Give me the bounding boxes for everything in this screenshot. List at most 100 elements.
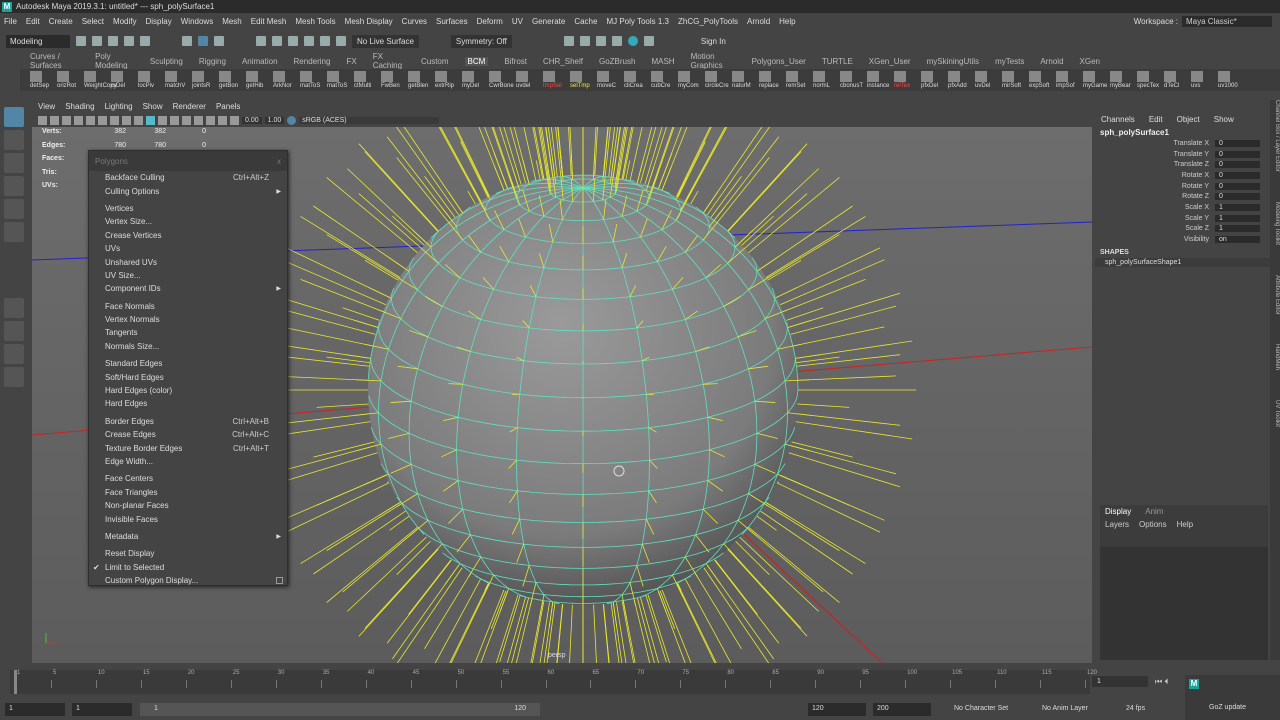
menu-mesh[interactable]: Mesh: [222, 17, 242, 26]
menu-item-vertices[interactable]: Vertices: [89, 202, 287, 215]
shelf-button-icon[interactable]: [489, 71, 501, 82]
shelf-button-icon[interactable]: [975, 71, 987, 82]
menu-item-soft-hard-edges[interactable]: Soft/Hard Edges: [89, 370, 287, 383]
help-menu[interactable]: Help: [1177, 520, 1193, 529]
menu-item-reset-display[interactable]: Reset Display: [89, 547, 287, 560]
shelf-button-icon[interactable]: [57, 71, 69, 82]
wireframe-icon[interactable]: [134, 115, 143, 125]
sign-in-button[interactable]: Sign In: [695, 34, 731, 48]
shelf-button-icon[interactable]: [1056, 71, 1068, 82]
shelf-button-icon[interactable]: [516, 71, 528, 82]
shelf-tab-poly-modeling[interactable]: Poly Modeling: [95, 52, 134, 70]
select-tool-icon[interactable]: [4, 107, 24, 127]
shelf-button-icon[interactable]: [300, 71, 312, 82]
shelf-tab-sculpting[interactable]: Sculpting: [150, 57, 183, 66]
menu-mj-poly-tools-1-3[interactable]: MJ Poly Tools 1.3: [606, 17, 669, 26]
channel-row[interactable]: Rotate X 0: [1095, 170, 1270, 181]
rotate-tool-icon[interactable]: [4, 199, 24, 219]
panel-menu-panels[interactable]: Panels: [216, 102, 240, 111]
playback-controls[interactable]: ⏮ ⏴: [1155, 677, 1168, 687]
shelf-button-icon[interactable]: [1137, 71, 1149, 82]
workspace-dropdown[interactable]: Maya Classic*: [1182, 15, 1272, 27]
shelf-button-icon[interactable]: [84, 71, 96, 82]
shelf-button-icon[interactable]: [759, 71, 771, 82]
render-icon[interactable]: [579, 36, 590, 46]
shelf-button-icon[interactable]: [705, 71, 717, 82]
shelf-button-icon[interactable]: [1218, 71, 1230, 82]
shelf-button-icon[interactable]: [597, 71, 609, 82]
panel-menu-shading[interactable]: Shading: [65, 102, 94, 111]
menu-item-vertex-size[interactable]: Vertex Size...: [89, 215, 287, 228]
menu-item-face-triangles[interactable]: Face Triangles: [89, 486, 287, 499]
symmetry-dropdown[interactable]: Symmetry: Off: [450, 34, 512, 48]
undo-icon[interactable]: [124, 36, 134, 46]
menu-item-backface-culling[interactable]: Backface Culling Ctrl+Alt+Z: [89, 171, 287, 184]
move-tool-icon[interactable]: [4, 176, 24, 196]
shelf-button-icon[interactable]: [1191, 71, 1203, 82]
shelf-button-icon[interactable]: [435, 71, 447, 82]
shelf-tab-myskiningutils[interactable]: mySkiningUtils: [927, 57, 979, 66]
shelf-button-icon[interactable]: [462, 71, 474, 82]
shelf-tab-arnold[interactable]: Arnold: [1040, 57, 1063, 66]
channel-value[interactable]: 0: [1215, 139, 1260, 147]
shelf-button-icon[interactable]: [354, 71, 366, 82]
menu-item-culling-options[interactable]: Culling Options ▶: [89, 184, 287, 197]
shelf-tab-bifrost[interactable]: Bifrost: [504, 57, 527, 66]
xray-icon[interactable]: [230, 115, 239, 125]
arnold-render-icon[interactable]: [643, 36, 654, 46]
select-component-icon[interactable]: [214, 36, 224, 46]
shelf-button-icon[interactable]: [840, 71, 852, 82]
side-tab[interactable]: UV Toolkit: [1270, 400, 1280, 427]
two-view-layout-icon[interactable]: [4, 344, 24, 364]
menu-arnold[interactable]: Arnold: [747, 17, 770, 26]
shape-name[interactable]: sph_polySurfaceShape1: [1095, 257, 1270, 267]
snap-point-icon[interactable]: [288, 36, 298, 46]
wireframe-on-shaded-icon[interactable]: [158, 115, 167, 125]
anim-layer-dropdown[interactable]: No Anim Layer: [1038, 703, 1118, 716]
menu-item-uv-size[interactable]: UV Size...: [89, 269, 287, 282]
menu-item-crease-vertices[interactable]: Crease Vertices: [89, 229, 287, 242]
snap-view-icon[interactable]: [304, 36, 314, 46]
shelf-tab-rigging[interactable]: Rigging: [199, 57, 226, 66]
mode-select[interactable]: Modeling: [6, 34, 70, 48]
menu-item-face-centers[interactable]: Face Centers: [89, 472, 287, 485]
menu-cache[interactable]: Cache: [574, 17, 597, 26]
menu-item-non-planar-faces[interactable]: Non-planar Faces: [89, 499, 287, 512]
object-name[interactable]: sph_polySurface1: [1095, 127, 1270, 138]
gamma-field[interactable]: 1.00: [264, 116, 285, 124]
channel-box-menu-show[interactable]: Show: [1214, 115, 1234, 124]
options-menu[interactable]: Options: [1139, 520, 1167, 529]
menu-item-crease-edges[interactable]: Crease Edges Ctrl+Alt+C: [89, 428, 287, 441]
exposure-field[interactable]: 0.00: [242, 116, 262, 124]
outliner-layout-icon[interactable]: [4, 367, 24, 387]
menu-surfaces[interactable]: Surfaces: [436, 17, 468, 26]
shelf-button-icon[interactable]: [1083, 71, 1095, 82]
shelf-tab-bcm[interactable]: BCM: [464, 56, 489, 66]
menu-item-normals-size[interactable]: Normals Size...: [89, 340, 287, 353]
shelf-button-icon[interactable]: [327, 71, 339, 82]
channel-value[interactable]: 0: [1215, 182, 1260, 190]
channel-value[interactable]: on: [1215, 236, 1260, 244]
shadows-icon[interactable]: [194, 115, 203, 125]
panel-menu-view[interactable]: View: [38, 102, 55, 111]
four-view-layout-icon[interactable]: [4, 321, 24, 341]
shelf-button-icon[interactable]: [948, 71, 960, 82]
shelf-tab-fx-caching[interactable]: FX Caching: [373, 52, 405, 70]
menu-mesh-display[interactable]: Mesh Display: [345, 17, 393, 26]
menu-item-hard-edges-color[interactable]: Hard Edges (color): [89, 384, 287, 397]
grid-icon[interactable]: [86, 115, 95, 125]
shelf-button-icon[interactable]: [651, 71, 663, 82]
end-time-field[interactable]: 120: [808, 703, 866, 716]
channel-box-menu-object[interactable]: Object: [1177, 115, 1200, 124]
channel-row[interactable]: Scale X 1: [1095, 202, 1270, 213]
menu-edit-mesh[interactable]: Edit Mesh: [251, 17, 287, 26]
menu-item-edge-width[interactable]: Edge Width...: [89, 455, 287, 468]
menu-generate[interactable]: Generate: [532, 17, 565, 26]
menu-modify[interactable]: Modify: [113, 17, 137, 26]
menu-item-face-normals[interactable]: Face Normals: [89, 300, 287, 313]
render-settings-icon[interactable]: [611, 36, 622, 46]
shelf-tab-animation[interactable]: Animation: [242, 57, 278, 66]
fps-dropdown[interactable]: 24 fps: [1122, 703, 1177, 716]
menu-item-component-ids[interactable]: Component IDs ▶: [89, 282, 287, 295]
current-frame-field[interactable]: 1: [1092, 676, 1148, 687]
